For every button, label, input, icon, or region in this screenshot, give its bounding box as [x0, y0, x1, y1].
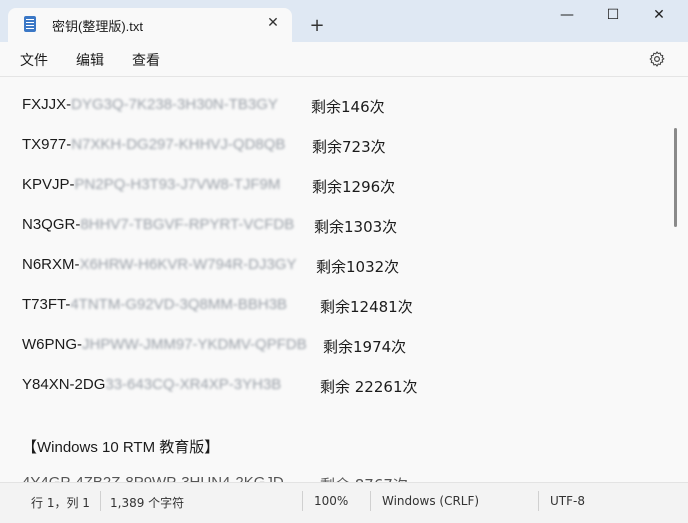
key-line: Y84XN-2DG33-643CQ-XR4XP-3YH3B	[22, 376, 281, 393]
remaining-count: 剩余146次	[311, 98, 385, 116]
close-tab-button[interactable]: ✕	[263, 13, 283, 33]
key-blurred: X6HRW-H6KVR-W794R-DJ3GY	[79, 256, 297, 273]
minimize-button[interactable]: —	[544, 0, 590, 32]
key-blurred: 33-643CQ-XR4XP-3YH3B	[105, 376, 282, 393]
key-blurred: 4TNTM-G92VD-3Q8MM-BBH3B	[70, 296, 288, 313]
key-prefix: Y84XN-2DG	[22, 376, 106, 393]
key-blurred: JHPWW-JMM97-YKDMV-QPFDB	[82, 336, 307, 353]
key-prefix: FXJJX-	[22, 96, 72, 113]
gear-icon[interactable]	[648, 50, 666, 68]
remaining-count: 剩余1296次	[312, 178, 396, 196]
menu-bar: 文件 编辑 查看	[0, 42, 688, 77]
remaining-count: 剩余1303次	[314, 218, 398, 236]
cursor-position[interactable]: 行 1，列 1	[31, 494, 90, 511]
divider	[538, 491, 539, 511]
divider	[370, 491, 371, 511]
text-editor[interactable]: FXJJX-DYG3Q-7K238-3H30N-TB3GY 剩余146次 TX9…	[0, 77, 688, 482]
vertical-scrollbar[interactable]	[674, 128, 677, 227]
remaining-count: 剩余1032次	[316, 258, 400, 276]
maximize-button[interactable]: ☐	[590, 0, 636, 32]
key-prefix: W6PNG-	[22, 336, 82, 353]
remaining-count: 剩余 8767次	[320, 474, 408, 482]
menu-edit[interactable]: 编辑	[76, 50, 104, 70]
status-bar: 行 1，列 1 1,389 个字符 100% Windows (CRLF) UT…	[0, 482, 688, 523]
key-prefix: T73FT-	[22, 296, 71, 313]
remaining-count: 剩余1974次	[323, 338, 407, 356]
key-line: N6RXM-X6HRW-H6KVR-W794R-DJ3GY	[22, 256, 297, 273]
key-prefix: TX977-	[22, 136, 72, 153]
menu-file[interactable]: 文件	[20, 50, 48, 70]
encoding[interactable]: UTF-8	[550, 494, 585, 508]
title-bar: 密钥(整理版).txt ✕ + — ☐ ✕	[0, 0, 688, 42]
zoom-level[interactable]: 100%	[314, 494, 348, 508]
key-blurred: 8HHV7-TBGVF-RPYRT-VCFDB	[80, 216, 295, 233]
key-line: W6PNG-JHPWW-JMM97-YKDMV-QPFDB	[22, 336, 307, 353]
notepad-icon	[24, 16, 36, 32]
key-line: TX977-N7XKH-DG297-KHHVJ-QD8QB	[22, 136, 285, 153]
remaining-count: 剩余 22261次	[320, 378, 418, 396]
remaining-count: 剩余12481次	[320, 298, 413, 316]
key-line-partial: 4Y4GP-4ZB2Z-8P9WP-3HUN4-2KGJD	[22, 474, 284, 482]
key-line: FXJJX-DYG3Q-7K238-3H30N-TB3GY	[22, 96, 278, 113]
tab-document[interactable]: 密钥(整理版).txt ✕	[8, 8, 292, 42]
section-header: 【Windows 10 RTM 教育版】	[22, 439, 220, 456]
close-icon: ✕	[653, 7, 665, 23]
maximize-icon: ☐	[606, 7, 620, 23]
minimize-icon: —	[560, 7, 574, 23]
window-close-button[interactable]: ✕	[636, 0, 682, 32]
key-blurred: DYG3Q-7K238-3H30N-TB3GY	[71, 96, 278, 113]
key-prefix: N6RXM-	[22, 256, 80, 273]
key-line: KPVJP-PN2PQ-H3T93-J7VW8-TJF9M	[22, 176, 280, 193]
key-line: T73FT-4TNTM-G92VD-3Q8MM-BBH3B	[22, 296, 287, 313]
key-blurred: N7XKH-DG297-KHHVJ-QD8QB	[71, 136, 286, 153]
key-blurred: PN2PQ-H3T93-J7VW8-TJF9M	[74, 176, 281, 193]
divider	[100, 491, 101, 511]
tab-title: 密钥(整理版).txt	[52, 19, 143, 34]
key-prefix: N3QGR-	[22, 216, 81, 233]
line-ending[interactable]: Windows (CRLF)	[382, 494, 479, 508]
key-line: N3QGR-8HHV7-TBGVF-RPYRT-VCFDB	[22, 216, 294, 233]
key-prefix: KPVJP-	[22, 176, 75, 193]
new-tab-button[interactable]: +	[306, 15, 328, 37]
remaining-count: 剩余723次	[312, 138, 386, 156]
menu-view[interactable]: 查看	[132, 50, 160, 70]
character-count: 1,389 个字符	[110, 496, 185, 510]
divider	[302, 491, 303, 511]
